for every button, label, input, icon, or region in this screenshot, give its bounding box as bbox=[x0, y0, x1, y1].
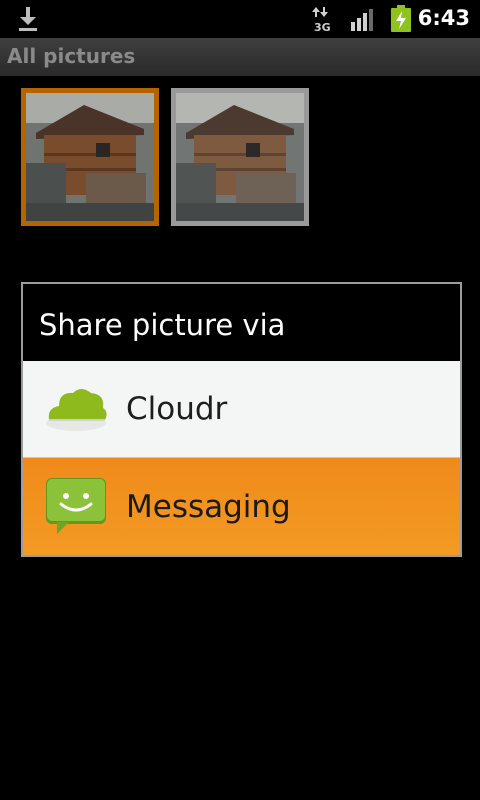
picture-thumbnail-selected[interactable] bbox=[21, 88, 159, 226]
messaging-icon bbox=[46, 477, 106, 534]
clock: 6:43 bbox=[417, 6, 470, 30]
picture-thumbnail[interactable] bbox=[171, 88, 309, 226]
cloud-icon bbox=[46, 389, 107, 431]
signal-icon bbox=[351, 9, 373, 31]
option-label-messaging: Messaging bbox=[126, 488, 291, 525]
page-title: All pictures bbox=[7, 44, 136, 68]
house-photo-image bbox=[26, 93, 154, 221]
share-option-cloudr[interactable]: Cloudr bbox=[23, 361, 460, 457]
house-photo-image bbox=[176, 93, 304, 221]
download-icon bbox=[19, 7, 37, 31]
share-option-messaging[interactable]: Messaging bbox=[23, 458, 460, 555]
dialog-title: Share picture via bbox=[39, 308, 286, 342]
option-label-cloudr: Cloudr bbox=[126, 391, 228, 427]
network-type-label: 3G bbox=[314, 21, 331, 32]
title-bar: All pictures bbox=[0, 38, 480, 76]
network-3g-icon: 3G bbox=[312, 7, 331, 32]
share-dialog: Share picture via Cloudr Messaging bbox=[21, 282, 462, 557]
status-bar: 3G 6:43 bbox=[0, 0, 480, 38]
battery-charging-icon bbox=[391, 5, 411, 32]
